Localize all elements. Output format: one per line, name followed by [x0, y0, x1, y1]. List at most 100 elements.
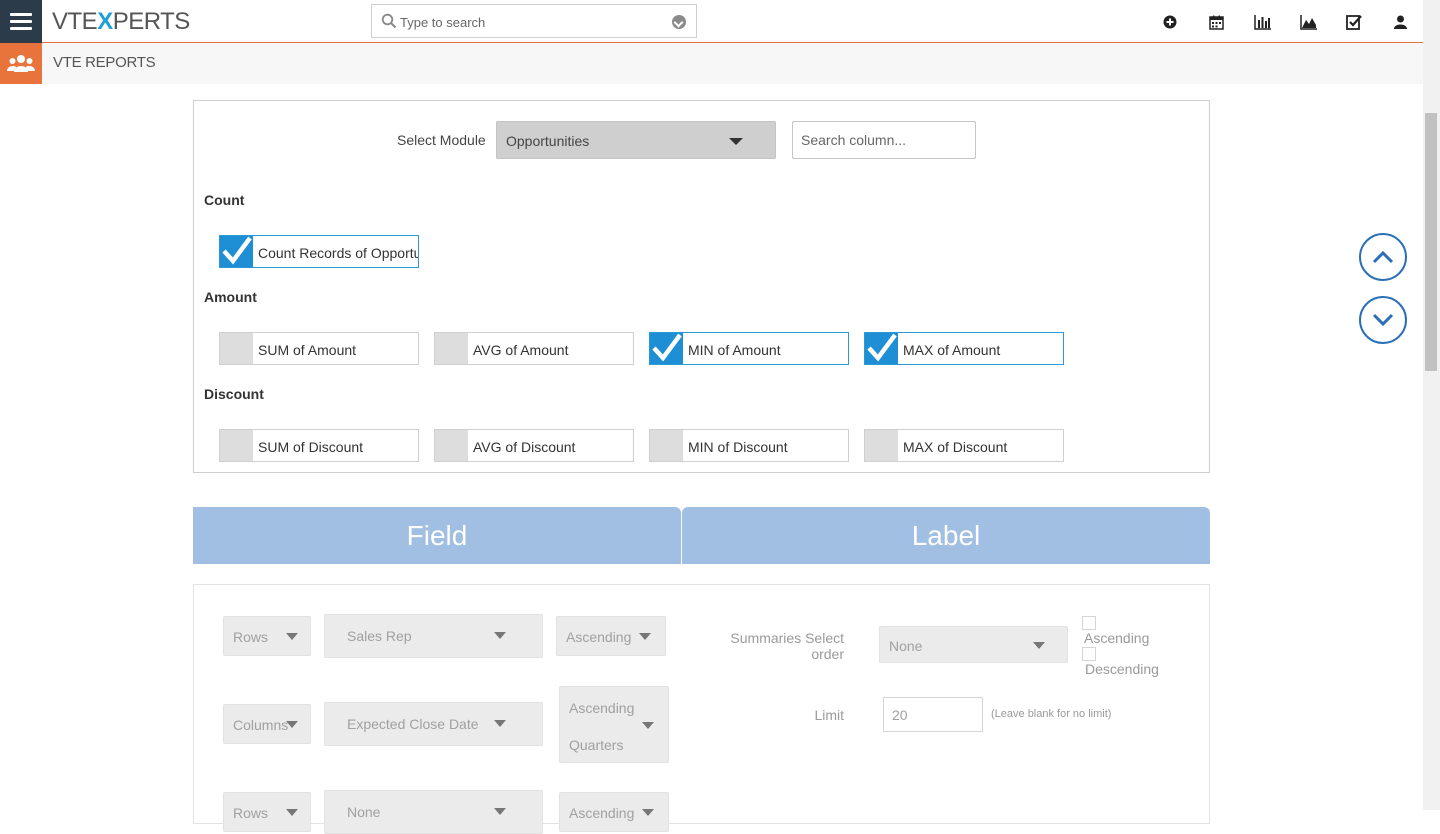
- checkbox-min-discount[interactable]: MIN of Discount: [649, 429, 849, 462]
- module-select-value: Opportunities: [506, 133, 590, 149]
- logo-text: VTE: [52, 8, 98, 35]
- checkbox-box: [435, 430, 468, 461]
- select-value: Ascending: [569, 700, 635, 716]
- checkbox-min-amount[interactable]: MIN of Amount: [649, 332, 849, 365]
- tab-field[interactable]: Field: [193, 507, 681, 564]
- column-search-input[interactable]: [793, 122, 975, 158]
- limit-label: Limit: [814, 707, 844, 723]
- checkbox-box: [865, 333, 898, 364]
- checkbox-box: [865, 430, 898, 461]
- caret-down-icon: [639, 633, 651, 640]
- checkbox-label: Count Records of Opportunities: [258, 245, 418, 261]
- select-value: Ascending: [566, 629, 632, 645]
- scrollbar-thumb[interactable]: [1425, 113, 1437, 371]
- row2-order-select[interactable]: Ascending Quarters: [559, 686, 669, 763]
- bar-chart-icon[interactable]: [1239, 10, 1285, 34]
- checkbox-max-discount[interactable]: MAX of Discount: [864, 429, 1064, 462]
- row3-order-select[interactable]: Ascending: [559, 792, 669, 832]
- summaries-ascending-label: Ascending: [1084, 630, 1150, 646]
- limit-hint: (Leave blank for no limit): [991, 708, 1112, 720]
- select-value: None: [347, 804, 381, 820]
- top-navbar: VTEXPERTS: [0, 0, 1423, 43]
- select-value: Ascending: [569, 805, 635, 821]
- checkbox-box: [220, 236, 253, 267]
- plus-circle-icon[interactable]: [1147, 10, 1193, 34]
- field-label-header: Field Label: [193, 507, 1210, 564]
- select-value: None: [889, 638, 923, 654]
- select-module-label: Select Module: [397, 132, 486, 148]
- checkbox-label: MAX of Discount: [903, 439, 1008, 455]
- checkmark-icon: [222, 236, 252, 265]
- menu-line: [10, 13, 32, 16]
- column-search[interactable]: [792, 121, 976, 159]
- global-search[interactable]: [371, 4, 697, 38]
- summaries-order-select[interactable]: None: [879, 626, 1068, 663]
- checkbox-icon[interactable]: [1331, 10, 1377, 34]
- checkbox-sum-discount[interactable]: SUM of Discount: [219, 429, 419, 462]
- checkbox-count-records[interactable]: Count Records of Opportunities: [219, 235, 419, 268]
- select-interval-value: Quarters: [569, 737, 624, 753]
- row3-type-select[interactable]: Rows: [223, 792, 311, 832]
- checkbox-box: [220, 430, 253, 461]
- checkmark-icon: [867, 333, 897, 362]
- caret-down-icon: [494, 720, 506, 727]
- limit-field[interactable]: [883, 697, 983, 732]
- summaries-descending-label: Descending: [1085, 661, 1159, 677]
- global-search-input[interactable]: [400, 12, 660, 32]
- checkbox-box: [650, 333, 683, 364]
- checkbox-label: SUM of Discount: [258, 439, 364, 455]
- logo-text: PERTS: [112, 8, 191, 35]
- scroll-up-button[interactable]: [1359, 233, 1407, 281]
- limit-input[interactable]: [884, 698, 982, 731]
- column-selection-panel: Select Module Opportunities Count Count …: [193, 100, 1210, 473]
- row1-order-select[interactable]: Ascending: [556, 616, 666, 656]
- module-select[interactable]: Opportunities: [496, 121, 776, 159]
- users-icon: [0, 43, 42, 84]
- caret-down-icon: [286, 633, 298, 640]
- report-config-panel: Rows Sales Rep Ascending Columns Expecte…: [193, 584, 1210, 834]
- checkbox-avg-amount[interactable]: AVG of Amount: [434, 332, 634, 365]
- caret-down-icon: [286, 721, 298, 728]
- group-title-amount: Amount: [204, 289, 257, 305]
- logo[interactable]: VTEXPERTS: [52, 8, 190, 36]
- checkbox-avg-discount[interactable]: AVG of Discount: [434, 429, 634, 462]
- user-icon[interactable]: [1377, 10, 1423, 34]
- select-value: Sales Rep: [347, 628, 412, 644]
- row1-field-select[interactable]: Sales Rep: [324, 614, 543, 658]
- select-value: Expected Close Date: [347, 716, 479, 732]
- caret-down-icon: [642, 722, 654, 729]
- caret-down-icon: [1033, 642, 1045, 649]
- caret-down-icon: [494, 632, 506, 639]
- search-dropdown-icon[interactable]: [672, 15, 686, 29]
- select-value: Rows: [233, 805, 269, 821]
- row2-field-select[interactable]: Expected Close Date: [324, 702, 543, 746]
- summaries-ascending-checkbox[interactable]: [1082, 616, 1096, 630]
- group-title-discount: Discount: [204, 386, 264, 402]
- hamburger-menu-button[interactable]: [0, 0, 42, 43]
- checkbox-label: MIN of Discount: [688, 439, 788, 455]
- module-header: VTE REPORTS: [0, 43, 1423, 84]
- row1-type-select[interactable]: Rows: [223, 616, 311, 656]
- row3-field-select[interactable]: None: [324, 790, 543, 834]
- checkbox-label: SUM of Amount: [258, 342, 357, 358]
- caret-down-icon: [494, 808, 506, 815]
- top-icons: [1147, 10, 1423, 34]
- scroll-down-button[interactable]: [1359, 296, 1407, 344]
- calendar-icon[interactable]: [1193, 10, 1239, 34]
- menu-line: [10, 20, 32, 23]
- chevron-up-icon: [1372, 250, 1394, 264]
- chevron-down-icon: [1372, 313, 1394, 327]
- checkbox-box: [435, 333, 468, 364]
- row2-type-select[interactable]: Columns: [223, 704, 311, 744]
- checkmark-icon: [652, 333, 682, 362]
- checkbox-max-amount[interactable]: MAX of Amount: [864, 332, 1064, 365]
- tab-label[interactable]: Label: [682, 507, 1210, 564]
- select-value: Rows: [233, 629, 269, 645]
- area-chart-icon[interactable]: [1285, 10, 1331, 34]
- summaries-order-label: Summaries Select order: [730, 630, 844, 662]
- summaries-descending-checkbox[interactable]: [1082, 647, 1096, 661]
- caret-down-icon: [286, 809, 298, 816]
- checkbox-label: MAX of Amount: [903, 342, 1001, 358]
- checkbox-label: AVG of Discount: [473, 439, 576, 455]
- checkbox-sum-amount[interactable]: SUM of Amount: [219, 332, 419, 365]
